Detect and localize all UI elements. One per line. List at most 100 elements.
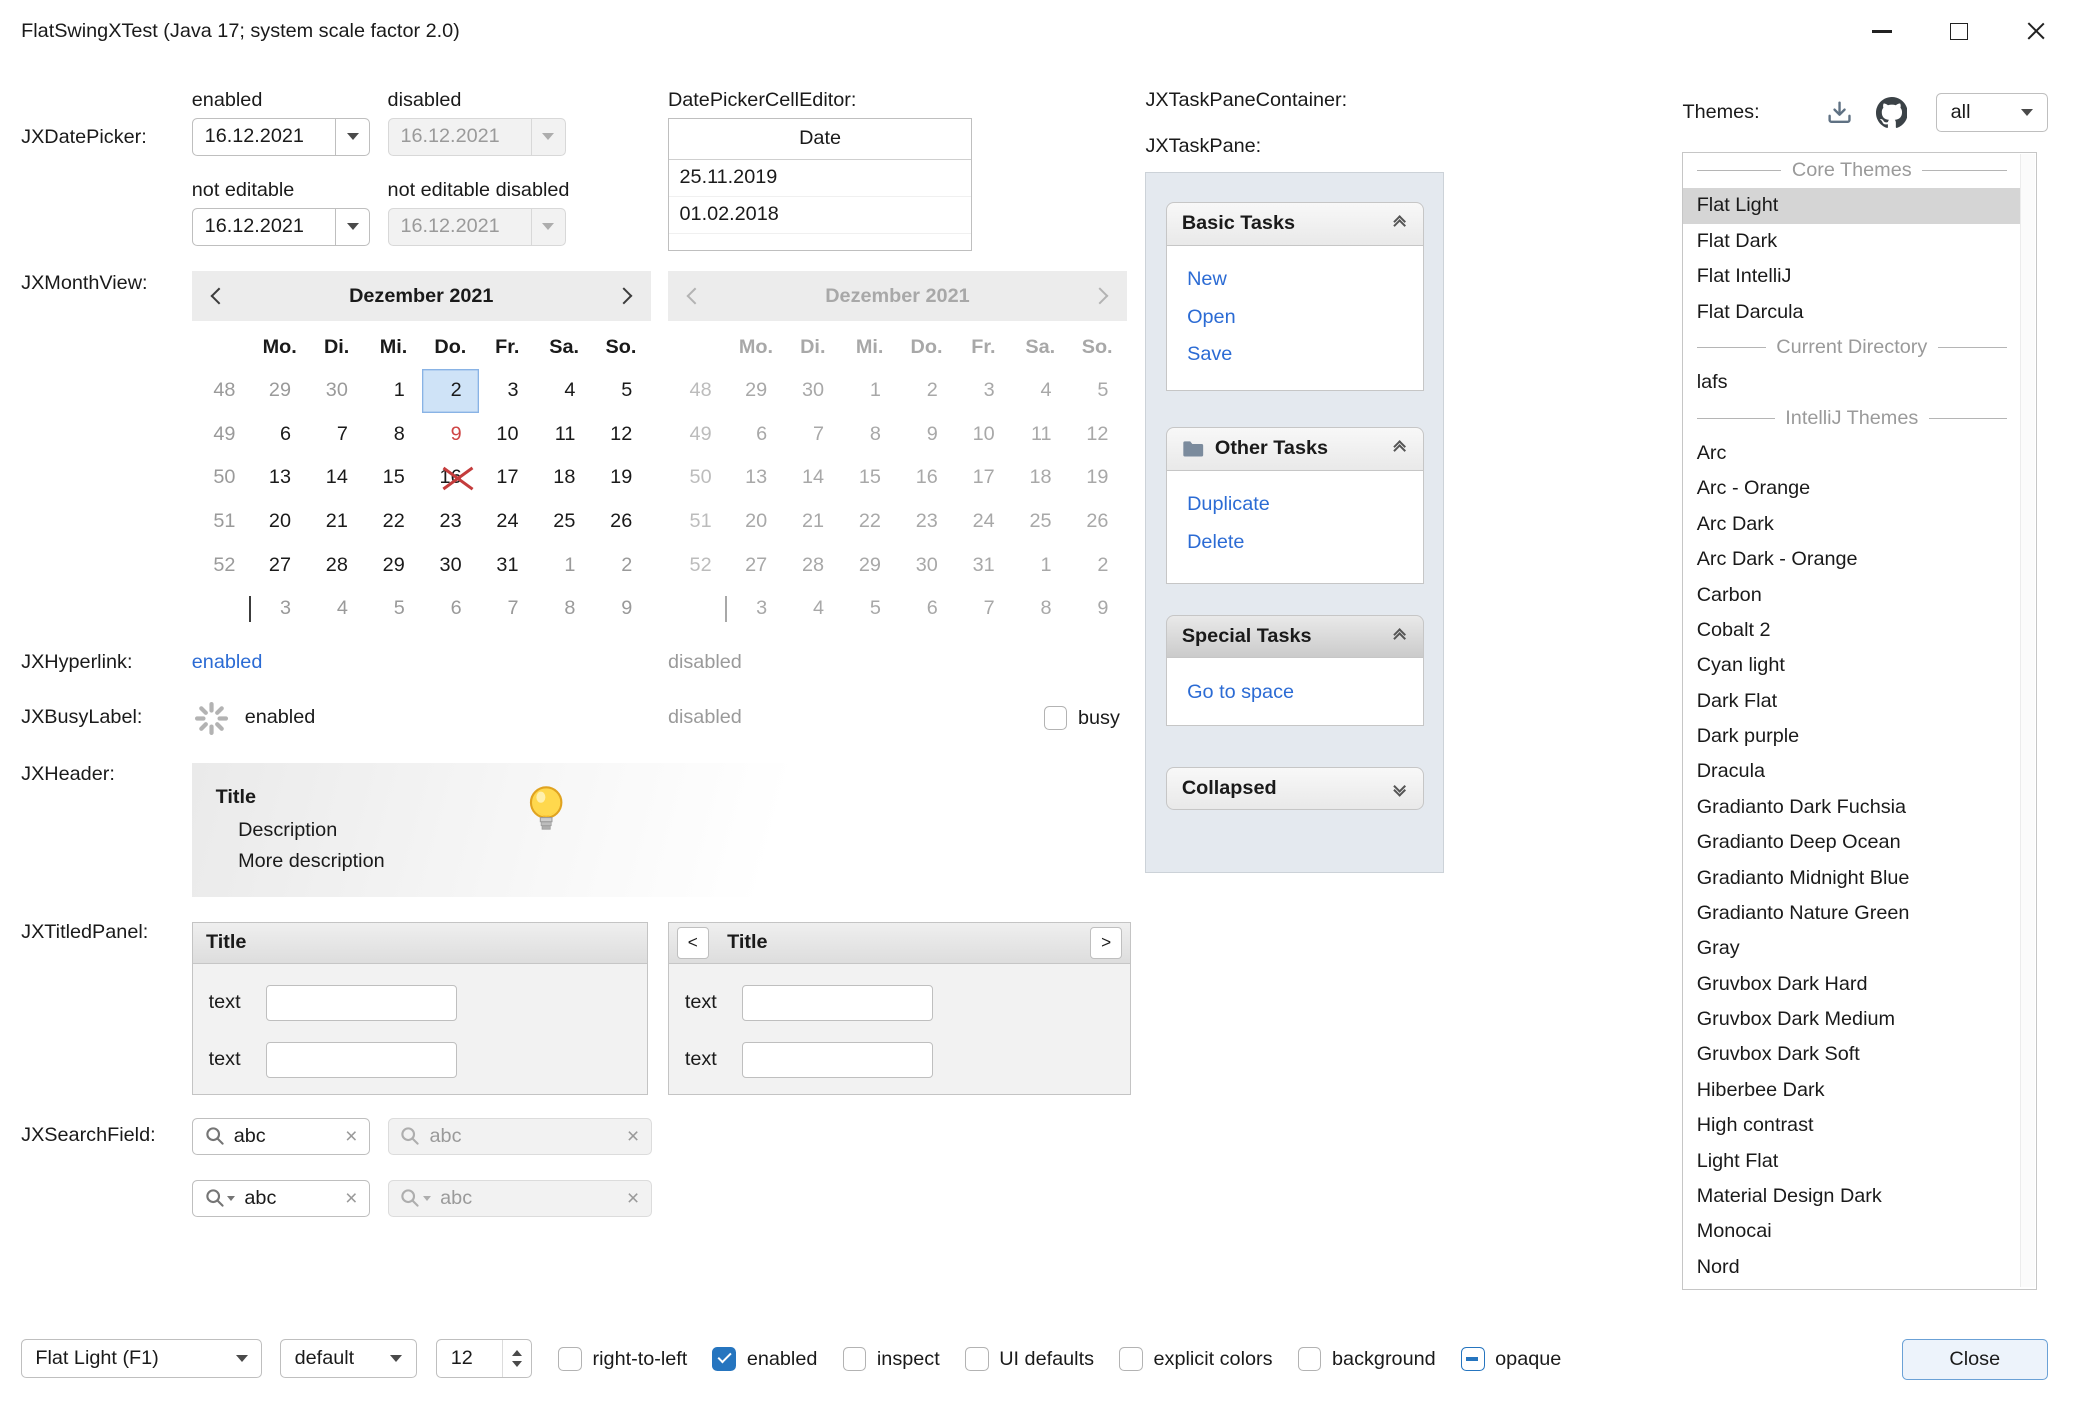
- text-input[interactable]: [266, 1042, 458, 1078]
- table-row[interactable]: 01.02.2018: [669, 197, 971, 234]
- theme-item-dark-flat[interactable]: Dark Flat: [1683, 684, 2020, 719]
- taskpane-action-duplicate[interactable]: Duplicate: [1187, 493, 1403, 516]
- calendar-day[interactable]: 3: [479, 369, 536, 413]
- font-size-value[interactable]: 12: [451, 1347, 473, 1370]
- calendar-day[interactable]: 7: [479, 587, 536, 631]
- checkbox-ui-defaults[interactable]: UI defaults: [965, 1347, 1094, 1371]
- theme-item-monocai[interactable]: Monocai: [1683, 1214, 2020, 1249]
- table-row[interactable]: 25.11.2019: [669, 160, 971, 197]
- checkbox-inspect[interactable]: inspect: [843, 1347, 940, 1371]
- calendar-day[interactable]: 27: [251, 544, 308, 588]
- checkbox-opaque[interactable]: opaque: [1461, 1347, 1562, 1371]
- calendar-day[interactable]: 11: [536, 413, 593, 457]
- calendar-day[interactable]: 5: [593, 369, 650, 413]
- window-close-button[interactable]: [1997, 0, 2074, 63]
- theme-item-flat-light[interactable]: Flat Light: [1683, 188, 2020, 223]
- font-combo[interactable]: default: [280, 1339, 416, 1379]
- calendar-day[interactable]: 3: [251, 587, 308, 631]
- theme-item-gruvbox-dark-soft[interactable]: Gruvbox Dark Soft: [1683, 1037, 2020, 1072]
- datepicker-dropdown-button[interactable]: [335, 209, 369, 245]
- calendar-day[interactable]: 16: [422, 456, 479, 500]
- calendar-day[interactable]: 30: [308, 369, 365, 413]
- checkbox-busy[interactable]: busy: [1044, 706, 1120, 730]
- calendar-day[interactable]: 4: [308, 587, 365, 631]
- theme-item-gradianto-dark-fuchsia[interactable]: Gradianto Dark Fuchsia: [1683, 790, 2020, 825]
- theme-item-material-design-dark[interactable]: Material Design Dark: [1683, 1179, 2020, 1214]
- hyperlink-enabled[interactable]: enabled: [192, 651, 263, 674]
- text-input[interactable]: [742, 985, 934, 1021]
- taskpane-action-new[interactable]: New: [1187, 268, 1403, 291]
- calendar-day[interactable]: 7: [308, 413, 365, 457]
- github-icon[interactable]: [1876, 97, 1908, 135]
- calendar-day[interactable]: 13: [251, 456, 308, 500]
- text-input[interactable]: [742, 1042, 934, 1078]
- chevron-right-icon[interactable]: [615, 288, 632, 305]
- calendar-day[interactable]: 9: [422, 413, 479, 457]
- theme-item-gruvbox-dark-hard[interactable]: Gruvbox Dark Hard: [1683, 967, 2020, 1002]
- search-with-menu-icon[interactable]: [205, 1188, 235, 1208]
- scrollbar-track[interactable]: [2020, 154, 2035, 1287]
- theme-filter-combo[interactable]: all: [1936, 93, 2047, 133]
- calendar-day[interactable]: 23: [422, 500, 479, 544]
- checkbox-background[interactable]: background: [1298, 1347, 1436, 1371]
- font-size-spinner[interactable]: 12: [436, 1339, 531, 1379]
- taskpane-action-save[interactable]: Save: [1187, 343, 1403, 366]
- taskpane-header-collapsed[interactable]: Collapsed: [1166, 767, 1423, 811]
- calendar-day[interactable]: 6: [422, 587, 479, 631]
- calendar-day[interactable]: 1: [365, 369, 422, 413]
- theme-item-arc-dark[interactable]: Arc Dark: [1683, 507, 2020, 542]
- theme-item-flat-darcula[interactable]: Flat Darcula: [1683, 295, 2020, 330]
- theme-item-dracula[interactable]: Dracula: [1683, 754, 2020, 789]
- theme-item-dark-purple[interactable]: Dark purple: [1683, 719, 2020, 754]
- calendar-day[interactable]: 29: [251, 369, 308, 413]
- calendar-day[interactable]: 31: [479, 544, 536, 588]
- search-value[interactable]: abc: [234, 1125, 336, 1148]
- datepicker-cell-editor-table[interactable]: Date 25.11.201901.02.2018: [668, 118, 972, 252]
- calendar-day[interactable]: 25: [536, 500, 593, 544]
- calendar-day[interactable]: 24: [479, 500, 536, 544]
- datepicker-value[interactable]: 16.12.2021: [193, 125, 335, 148]
- close-button[interactable]: Close: [1902, 1339, 2047, 1380]
- calendar-day[interactable]: 8: [365, 413, 422, 457]
- theme-item-gruvbox-dark-medium[interactable]: Gruvbox Dark Medium: [1683, 1002, 2020, 1037]
- taskpane-header-special-tasks[interactable]: Special Tasks: [1166, 615, 1423, 659]
- table-column-header[interactable]: Date: [669, 119, 971, 160]
- theme-item-high-contrast[interactable]: High contrast: [1683, 1108, 2020, 1143]
- theme-item-cobalt-2[interactable]: Cobalt 2: [1683, 613, 2020, 648]
- calendar-day[interactable]: 30: [422, 544, 479, 588]
- calendar-day[interactable]: 8: [536, 587, 593, 631]
- download-icon[interactable]: [1825, 98, 1854, 133]
- theme-item-flat-dark[interactable]: Flat Dark: [1683, 224, 2020, 259]
- minimize-button[interactable]: [1844, 0, 1921, 63]
- theme-item-carbon[interactable]: Carbon: [1683, 578, 2020, 613]
- datepicker-enabled[interactable]: 16.12.2021: [192, 118, 371, 156]
- datepicker-not-editable[interactable]: 16.12.2021: [192, 208, 371, 246]
- theme-item-gradianto-midnight-blue[interactable]: Gradianto Midnight Blue: [1683, 861, 2020, 896]
- next-button[interactable]: >: [1090, 927, 1122, 959]
- calendar-day[interactable]: 4: [536, 369, 593, 413]
- theme-item-gradianto-nature-green[interactable]: Gradianto Nature Green: [1683, 896, 2020, 931]
- calendar-day[interactable]: 15: [365, 456, 422, 500]
- text-input[interactable]: [266, 985, 458, 1021]
- checkbox-explicit-colors[interactable]: explicit colors: [1119, 1347, 1272, 1371]
- theme-item-nord[interactable]: Nord: [1683, 1250, 2020, 1285]
- search-field-enabled[interactable]: abc ×: [192, 1118, 371, 1155]
- calendar-day[interactable]: 29: [365, 544, 422, 588]
- taskpane-header-other-tasks[interactable]: Other Tasks: [1166, 427, 1423, 471]
- calendar-day[interactable]: 28: [308, 544, 365, 588]
- clear-icon[interactable]: ×: [345, 1126, 357, 1147]
- calendar-day[interactable]: 2: [422, 369, 479, 413]
- checkbox-right-to-left[interactable]: right-to-left: [558, 1347, 687, 1371]
- taskpane-action-open[interactable]: Open: [1187, 306, 1403, 329]
- calendar-day[interactable]: 26: [593, 500, 650, 544]
- maximize-button[interactable]: [1921, 0, 1998, 63]
- calendar-day[interactable]: 14: [308, 456, 365, 500]
- calendar-day[interactable]: 19: [593, 456, 650, 500]
- calendar-day[interactable]: 5: [365, 587, 422, 631]
- calendar-day[interactable]: 12: [593, 413, 650, 457]
- calendar-day[interactable]: 20: [251, 500, 308, 544]
- search-field-with-menu-enabled[interactable]: abc ×: [192, 1180, 371, 1217]
- calendar-day[interactable]: 9: [593, 587, 650, 631]
- theme-item-lafs[interactable]: lafs: [1683, 365, 2020, 400]
- datepicker-dropdown-button[interactable]: [335, 119, 369, 155]
